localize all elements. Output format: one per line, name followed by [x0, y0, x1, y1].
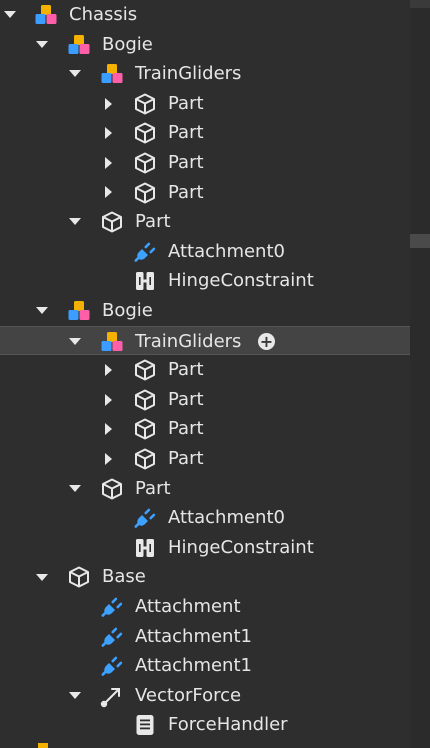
tree-item-label: Attachment0 — [168, 240, 285, 262]
model-icon — [67, 33, 91, 57]
tree-row[interactable]: Part — [0, 207, 410, 237]
part-icon — [133, 92, 157, 116]
chevron-down-icon[interactable] — [35, 30, 49, 60]
scrollbar-top-cap — [410, 0, 430, 8]
model-icon — [67, 299, 91, 323]
tree-row[interactable]: Attachment0 — [0, 237, 410, 267]
model-icon-partial — [38, 743, 48, 748]
tree-item-label: VectorForce — [135, 684, 242, 706]
tree-row[interactable]: Bogie — [0, 30, 410, 60]
model-icon — [34, 3, 58, 27]
chevron-down-icon[interactable] — [68, 327, 82, 357]
tree-row[interactable]: TrainGliders — [0, 59, 410, 89]
tree-item-label: HingeConstraint — [168, 270, 314, 292]
tree-item-label: HingeConstraint — [168, 536, 314, 558]
attachment-icon — [133, 240, 157, 264]
chevron-right-icon[interactable] — [101, 444, 115, 474]
tree-row[interactable]: Base — [0, 562, 410, 592]
tree-item-label: Part — [168, 448, 204, 469]
tree-item-label: TrainGliders — [135, 330, 242, 352]
part-icon — [133, 358, 157, 382]
tree-item-label: ForceHandler — [168, 714, 288, 736]
hinge-constraint-icon — [133, 269, 157, 293]
chevron-down-icon[interactable] — [3, 0, 17, 30]
tree-row[interactable]: HingeConstraint — [0, 533, 410, 563]
tree-row[interactable]: Part — [0, 385, 410, 415]
tree-item-label: Part — [168, 122, 204, 144]
tree-item-label: Part — [168, 181, 204, 203]
chevron-right-icon[interactable] — [101, 355, 115, 385]
tree-item-label: Chassis — [69, 4, 138, 25]
tree-item-label: TrainGliders — [135, 63, 242, 85]
part-icon — [100, 477, 124, 501]
attachment-icon — [133, 506, 157, 530]
explorer-tree: Chassis Bogie TrainGliders Part Part Par… — [0, 0, 410, 748]
chevron-down-icon[interactable] — [68, 474, 82, 504]
tree-item-label: Base — [102, 566, 146, 588]
tree-item-label: Part — [168, 152, 204, 173]
chevron-down-icon[interactable] — [68, 207, 82, 237]
vector-force-icon — [100, 684, 124, 708]
chevron-right-icon[interactable] — [101, 414, 115, 444]
hinge-constraint-icon — [133, 536, 157, 560]
chevron-right-icon[interactable] — [101, 385, 115, 415]
tree-item-label: Part — [168, 92, 204, 114]
tree-row[interactable]: Attachment — [0, 592, 410, 622]
tree-row[interactable]: Part — [0, 178, 410, 208]
part-icon — [133, 181, 157, 205]
vertical-scrollbar[interactable] — [410, 0, 430, 748]
tree-row[interactable]: Bogie — [0, 296, 410, 326]
tree-row[interactable]: Chassis — [0, 0, 410, 30]
attachment-icon — [100, 595, 124, 619]
tree-item-label: Attachment0 — [168, 507, 285, 529]
attachment-icon — [100, 625, 124, 649]
chevron-right-icon[interactable] — [101, 118, 115, 148]
tree-item-label: Attachment1 — [135, 655, 252, 677]
part-icon — [133, 447, 157, 471]
tree-row[interactable]: Part — [0, 118, 410, 148]
tree-row[interactable]: Part — [0, 474, 410, 504]
chevron-right-icon[interactable] — [101, 178, 115, 208]
tree-row[interactable]: Attachment1 — [0, 651, 410, 681]
tree-item-label: Part — [135, 477, 171, 499]
tree-item-label: Part — [168, 418, 204, 440]
add-object-button[interactable]: + — [258, 332, 275, 350]
chevron-right-icon[interactable] — [101, 148, 115, 178]
tree-item-label: Bogie — [102, 33, 153, 55]
tree-row[interactable]: VectorForce — [0, 681, 410, 711]
tree-item-label: Bogie — [102, 300, 153, 321]
part-icon — [67, 565, 91, 589]
part-icon — [133, 417, 157, 441]
tree-row[interactable]: Attachment1 — [0, 622, 410, 652]
chevron-down-icon[interactable] — [35, 296, 49, 326]
tree-row[interactable]: Part — [0, 414, 410, 444]
attachment-icon — [100, 654, 124, 678]
part-icon — [133, 151, 157, 175]
tree-row[interactable]: Part — [0, 355, 410, 385]
tree-item-label: Attachment — [135, 596, 241, 617]
tree-item-label: Part — [135, 211, 171, 233]
part-icon — [133, 121, 157, 145]
scrollbar-thumb[interactable] — [410, 234, 430, 248]
chevron-down-icon[interactable] — [35, 562, 49, 592]
chevron-down-icon[interactable] — [68, 681, 82, 711]
tree-row[interactable]: ForceHandler — [0, 710, 410, 740]
tree-row[interactable]: Part — [0, 89, 410, 119]
part-icon — [100, 210, 124, 234]
tree-row[interactable]: Part — [0, 444, 410, 474]
tree-row[interactable]: Attachment0 — [0, 503, 410, 533]
script-icon — [133, 713, 157, 737]
part-icon — [133, 388, 157, 412]
tree-item-label: Attachment1 — [135, 625, 252, 647]
model-icon — [100, 62, 124, 86]
tree-item-label: Part — [168, 388, 204, 410]
chevron-down-icon[interactable] — [68, 59, 82, 89]
tree-row-selected[interactable]: TrainGliders + — [0, 325, 410, 357]
tree-row[interactable]: Part — [0, 148, 410, 178]
tree-row[interactable]: HingeConstraint — [0, 266, 410, 296]
model-icon — [100, 330, 124, 354]
tree-item-label: Part — [168, 359, 204, 381]
chevron-right-icon[interactable] — [101, 89, 115, 119]
